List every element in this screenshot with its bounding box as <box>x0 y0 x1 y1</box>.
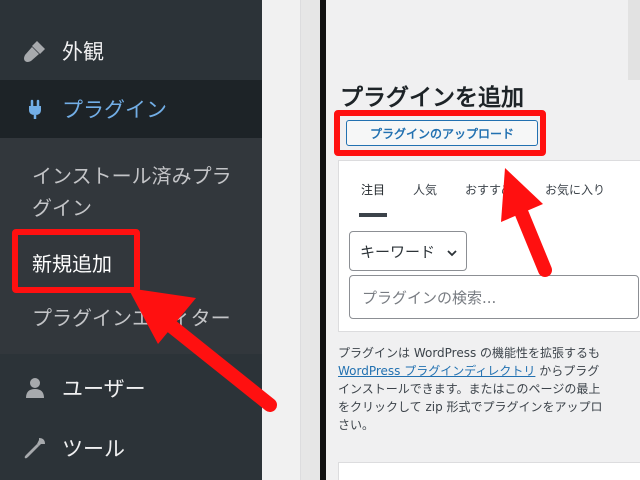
annotation-arrows <box>128 168 552 412</box>
arrow-to-upload-button <box>501 168 552 277</box>
arrow-to-add-new <box>128 288 277 412</box>
